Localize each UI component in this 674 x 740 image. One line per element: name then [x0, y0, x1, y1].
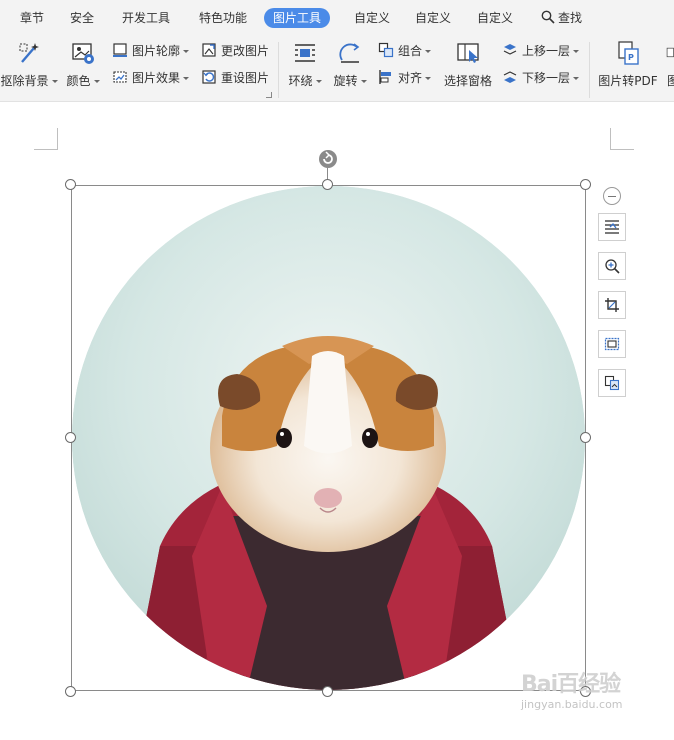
tab-custom-2[interactable]: 自定义	[415, 8, 451, 28]
text-wrap-button[interactable]: 环绕	[286, 40, 324, 89]
picture-outline-icon	[113, 43, 127, 57]
resize-handle-top-left[interactable]	[65, 179, 76, 190]
tab-security[interactable]: 安全	[70, 8, 94, 28]
tab-custom-1[interactable]: 自定义	[354, 8, 390, 28]
text-wrap-icon	[295, 44, 315, 62]
reset-picture-button[interactable]: 重设图片	[201, 68, 269, 88]
document-canvas[interactable]: Bai百经验 jingyan.baidu.com	[0, 103, 674, 740]
picture-effects-icon	[113, 71, 127, 83]
picture-frame-icon	[604, 337, 620, 351]
align-icon	[379, 70, 391, 84]
selection-pane-icon	[457, 43, 479, 63]
collapse-tools-button[interactable]	[603, 187, 621, 205]
color-picture-icon	[72, 43, 94, 64]
color-label: 颜色	[66, 74, 91, 88]
picture-tools-ribbon: 抠除背景 颜色 图片轮廓 图片效果 更改图片 重设图片 环绕 旋转 组合 对齐 …	[0, 36, 674, 102]
rotate-label: 旋转	[333, 74, 358, 88]
resize-handle-bottom[interactable]	[322, 686, 333, 697]
tab-picture-tools[interactable]: 图片工具	[264, 8, 331, 28]
resize-handle-left[interactable]	[65, 432, 76, 443]
selected-picture[interactable]	[71, 185, 586, 691]
watermark-text: Bai百经验	[521, 672, 621, 697]
zoom-in-button[interactable]	[598, 252, 626, 280]
zoom-in-icon	[605, 259, 620, 274]
page-margin-mark-left	[34, 128, 58, 150]
change-picture-icon	[604, 375, 620, 391]
rotate-handle-icon	[323, 151, 333, 164]
tab-developer-tools[interactable]: 开发工具	[122, 8, 170, 28]
text-wrap-label: 环绕	[288, 74, 313, 88]
picture-outline-label: 图片轮廓	[132, 44, 181, 58]
resize-handle-top[interactable]	[322, 179, 333, 190]
group-label: 组合	[398, 44, 423, 58]
picture-effects-button[interactable]: 图片效果	[112, 68, 190, 88]
bring-forward-button[interactable]: 上移一层	[502, 41, 580, 61]
bring-forward-label: 上移一层	[522, 44, 571, 58]
guinea-pig-picture	[72, 186, 585, 690]
ribbon-separator	[278, 42, 279, 98]
search-icon	[541, 10, 555, 24]
send-backward-icon	[503, 71, 517, 83]
resize-handle-right[interactable]	[580, 432, 591, 443]
tab-chapter[interactable]: 章节	[20, 8, 44, 28]
picture-to-pdf-label: 图片转PDF	[598, 74, 658, 88]
color-button[interactable]: 颜色	[66, 40, 100, 89]
layout-options-icon	[605, 220, 619, 234]
selection-pane-label: 选择窗格	[443, 74, 492, 88]
crop-button[interactable]	[598, 291, 626, 319]
crop-icon	[605, 298, 619, 312]
truncated-ribbon-button[interactable]: 图	[666, 40, 674, 89]
align-label: 对齐	[398, 71, 423, 85]
picture-effects-label: 图片效果	[132, 71, 181, 85]
guinea-pig-illustration	[72, 186, 585, 690]
watermark-url: jingyan.baidu.com	[521, 698, 623, 711]
group-icon	[378, 42, 394, 58]
remove-background-label: 抠除背景	[0, 74, 49, 88]
truncated-icon	[666, 47, 674, 58]
ribbon-separator	[589, 42, 590, 98]
change-picture-label: 更改图片	[221, 44, 270, 58]
change-picture-icon	[202, 43, 216, 57]
rotate-icon	[339, 43, 360, 63]
group-dialog-launcher[interactable]	[266, 92, 272, 98]
ribbon-tab-bar: 章节 安全 开发工具 特色功能 图片工具 自定义 自定义 自定义 查找	[0, 0, 674, 36]
change-picture-side-button[interactable]	[598, 369, 626, 397]
send-backward-label: 下移一层	[522, 71, 571, 85]
tab-special-features[interactable]: 特色功能	[199, 8, 247, 28]
align-button[interactable]: 对齐	[378, 68, 432, 88]
layout-options-button[interactable]	[598, 213, 626, 241]
baidu-jingyan-watermark: Bai百经验 jingyan.baidu.com	[521, 666, 639, 722]
tab-find-label: 查找	[558, 11, 583, 25]
selection-pane-button[interactable]: 选择窗格	[443, 40, 493, 89]
svg-text:P: P	[628, 53, 634, 62]
picture-frame-button[interactable]	[598, 330, 626, 358]
group-button[interactable]: 组合	[378, 41, 432, 61]
resize-handle-top-right[interactable]	[580, 179, 591, 190]
picture-outline-button[interactable]: 图片轮廓	[112, 41, 190, 61]
tab-find[interactable]: 查找	[541, 8, 582, 28]
remove-background-button[interactable]: 抠除背景	[0, 40, 58, 89]
change-picture-button[interactable]: 更改图片	[201, 41, 269, 61]
reset-picture-label: 重设图片	[221, 71, 270, 85]
bring-forward-icon	[503, 44, 517, 55]
page-margin-mark-right	[610, 128, 634, 150]
picture-to-pdf-icon: P	[618, 41, 639, 65]
reset-picture-icon	[202, 70, 216, 84]
picture-to-pdf-button[interactable]: P 图片转PDF	[597, 40, 659, 89]
magic-wand-icon	[19, 43, 39, 63]
resize-handle-bottom-left[interactable]	[65, 686, 76, 697]
send-backward-button[interactable]: 下移一层	[502, 68, 580, 88]
rotate-handle[interactable]	[319, 150, 337, 168]
tab-custom-3[interactable]: 自定义	[477, 8, 513, 28]
rotate-button[interactable]: 旋转	[332, 40, 368, 89]
